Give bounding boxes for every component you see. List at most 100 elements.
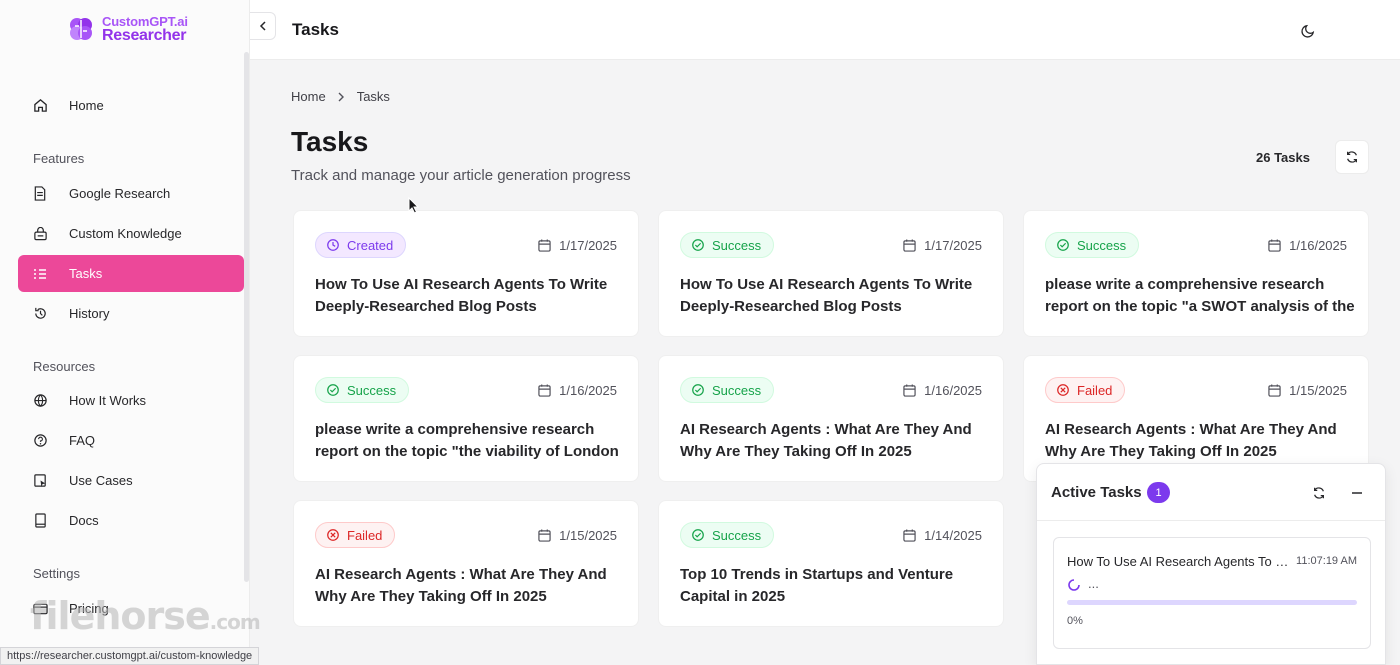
clock-icon	[327, 239, 339, 251]
breadcrumb-home[interactable]: Home	[291, 89, 326, 104]
sidebar-item-google-research[interactable]: Google Research	[18, 175, 244, 212]
sidebar-item-label: Custom Knowledge	[69, 226, 182, 241]
active-task-item[interactable]: How To Use AI Research Agents To Write D…	[1053, 537, 1371, 649]
sidebar-scrollbar[interactable]	[244, 52, 249, 582]
sidebar-item-history[interactable]: History	[18, 295, 244, 332]
task-count: 26 Tasks	[1256, 150, 1310, 165]
task-title: please write a comprehensive research re…	[315, 421, 619, 460]
task-date-label: 1/16/2025	[924, 383, 982, 398]
collapse-sidebar-button[interactable]	[250, 12, 276, 40]
task-title: AI Research Agents : What Are They And W…	[315, 566, 607, 605]
check-circle-icon	[327, 384, 339, 396]
breadcrumb-current: Tasks	[356, 89, 390, 104]
status-badge: Created	[315, 232, 407, 258]
task-title: How To Use AI Research Agents To Write D…	[680, 276, 973, 315]
task-card[interactable]: Success 1/14/2025 Top 10 Trends in Startup…	[658, 500, 1004, 627]
brain-logo-icon	[70, 18, 92, 40]
sidebar-item-label: Docs	[69, 513, 99, 528]
sidebar-item-use-cases[interactable]: Use Cases	[18, 462, 244, 499]
use-cases-icon	[32, 473, 48, 489]
home-icon	[32, 98, 48, 114]
globe-icon	[32, 393, 48, 409]
check-circle-icon	[692, 384, 704, 396]
minimize-panel-button[interactable]	[1347, 483, 1367, 503]
section-resources: Resources	[33, 359, 96, 374]
check-circle-icon	[1057, 239, 1069, 251]
task-card[interactable]: Success 1/16/2025 please write a comprehen…	[293, 355, 639, 482]
watermark: filehorse.com	[30, 594, 261, 638]
sidebar-item-docs[interactable]: Docs	[18, 502, 244, 539]
check-circle-icon	[692, 239, 704, 251]
file-icon	[32, 186, 48, 202]
task-date-label: 1/15/2025	[1289, 383, 1347, 398]
task-card[interactable]: Success 1/16/2025 please write a comprehen…	[1023, 210, 1369, 337]
moon-icon	[1300, 24, 1314, 38]
sidebar-item-custom-knowledge[interactable]: Custom Knowledge	[18, 215, 244, 252]
status-badge: Success	[315, 377, 410, 403]
active-task-status: ...	[1088, 576, 1099, 591]
status-badge: Failed	[1045, 377, 1126, 403]
brand-logo[interactable]: CustomGPT.ai Researcher	[66, 14, 188, 44]
active-task-title: How To Use AI Research Agents To Write D…	[1067, 554, 1292, 569]
task-date: 1/16/2025	[903, 383, 982, 398]
task-card[interactable]: Created 1/17/2025 How To Use AI Research A…	[293, 210, 639, 337]
task-date: 1/15/2025	[1268, 383, 1347, 398]
task-title: please write a comprehensive research re…	[1045, 276, 1355, 315]
refresh-icon	[1347, 151, 1357, 163]
refresh-tasks-button[interactable]	[1335, 140, 1369, 174]
task-date-label: 1/17/2025	[559, 238, 617, 253]
browser-status-bar: https://researcher.customgpt.ai/custom-k…	[0, 647, 260, 665]
page-title: Tasks	[291, 126, 369, 157]
active-tasks-refresh-button[interactable]	[1309, 483, 1329, 503]
task-title: AI Research Agents : What Are They And W…	[680, 421, 972, 460]
x-circle-icon	[327, 529, 339, 541]
task-card[interactable]: Failed 1/15/2025 AI Research Agents : What…	[293, 500, 639, 627]
brand-line2: Researcher	[102, 27, 187, 44]
calendar-icon	[538, 239, 551, 252]
task-date-label: 1/16/2025	[559, 383, 617, 398]
x-circle-icon	[1057, 384, 1069, 396]
calendar-icon	[903, 529, 916, 542]
sidebar-item-label: Use Cases	[69, 473, 133, 488]
sidebar-item-label: How It Works	[69, 393, 147, 408]
task-card[interactable]: Success 1/17/2025 How To Use AI Research A…	[658, 210, 1004, 337]
status-badge: Success	[680, 522, 775, 548]
sidebar-item-tasks[interactable]: Tasks	[18, 255, 244, 292]
chevron-right-icon	[338, 92, 344, 101]
sidebar-item-label: Home	[69, 98, 104, 113]
list-icon	[32, 266, 48, 282]
refresh-icon	[1314, 487, 1324, 499]
sidebar-item-label: Tasks	[69, 266, 103, 281]
chevron-left-icon	[259, 21, 266, 31]
task-title: AI Research Agents : What Are They And W…	[1045, 421, 1337, 460]
theme-toggle-button[interactable]	[1293, 15, 1323, 45]
status-label: Success	[347, 382, 397, 398]
topbar-title: Tasks	[292, 20, 339, 39]
breadcrumb: Home Tasks	[291, 89, 390, 104]
task-date-label: 1/16/2025	[1289, 238, 1347, 253]
status-label: Failed	[1077, 382, 1113, 398]
sidebar-item-faq[interactable]: FAQ	[18, 422, 244, 459]
task-date-label: 1/14/2025	[924, 528, 982, 543]
active-task-time: 11:07:19 AM	[1296, 555, 1357, 567]
status-label: Success	[712, 237, 762, 253]
topbar: Tasks	[250, 0, 1400, 60]
calendar-icon	[903, 384, 916, 397]
task-date: 1/17/2025	[903, 238, 982, 253]
page-subtitle: Track and manage your article generation…	[291, 167, 631, 184]
calendar-icon	[538, 384, 551, 397]
minus-icon	[1352, 492, 1362, 494]
calendar-icon	[1268, 239, 1281, 252]
task-date-label: 1/17/2025	[924, 238, 982, 253]
section-features: Features	[33, 151, 85, 166]
sidebar-item-how-it-works[interactable]: How It Works	[18, 382, 244, 419]
history-icon	[32, 306, 48, 322]
task-card[interactable]: Success 1/16/2025 AI Research Agents : Wha…	[658, 355, 1004, 482]
calendar-icon	[1268, 384, 1281, 397]
task-title: How To Use AI Research Agents To Write D…	[315, 276, 608, 315]
mouse-cursor-icon	[408, 197, 420, 214]
sidebar-item-home[interactable]: Home	[18, 87, 244, 124]
sidebar-item-label: History	[69, 306, 110, 321]
status-label: Success	[712, 382, 762, 398]
calendar-icon	[538, 529, 551, 542]
